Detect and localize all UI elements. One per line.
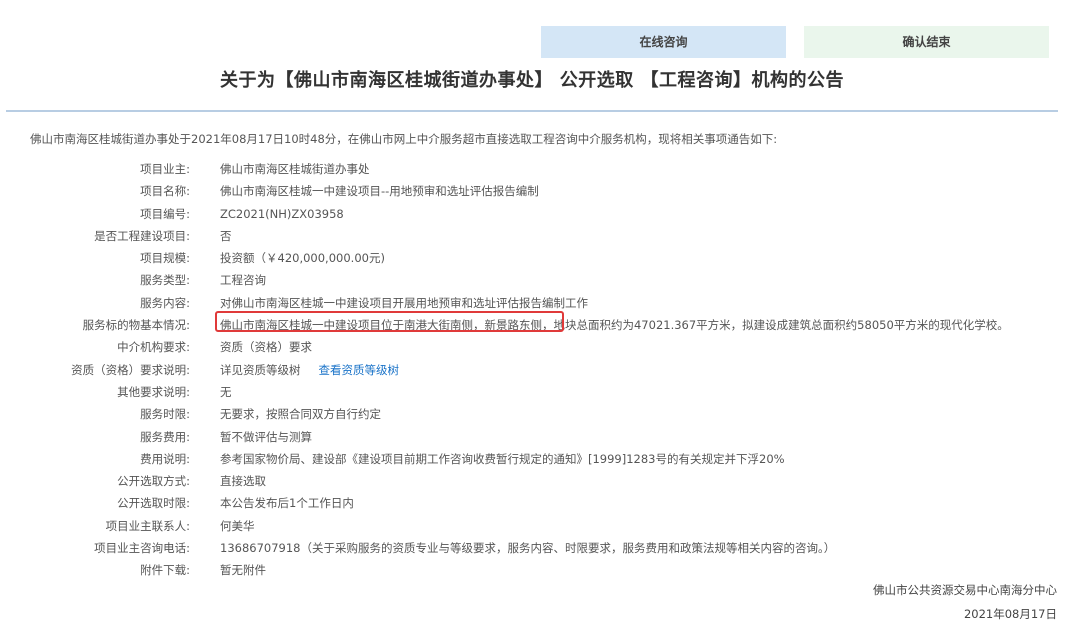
field-value: 直接选取 [220,474,266,489]
row-owner-phone: 项目业主咨询电话: 13686707918（关于采购服务的资质专业与等级要求，服… [0,537,1080,559]
row-owner-contact: 项目业主联系人: 何美华 [0,515,1080,537]
row-attachments: 附件下载: 暂无附件 [0,559,1080,581]
row-service-time-limit: 服务时限: 无要求，按照合同双方自行约定 [0,403,1080,425]
field-value: 何美华 [220,518,255,533]
view-qualification-tree-link[interactable]: 查看资质等级树 [319,363,400,377]
field-value: 详见资质等级树 查看资质等级树 [220,359,399,381]
publisher-name: 佛山市公共资源交易中心南海分中心 [873,583,1057,597]
row-service-content: 服务内容: 对佛山市南海区桂城一中建设项目开展用地预审和选址评估报告编制工作 [0,292,1080,314]
field-label: 服务费用: [140,429,190,444]
announcement-page: 在线咨询 确认结束 关于为【佛山市南海区桂城街道办事处】 公开选取 【工程咨询】… [0,0,1080,639]
field-value: 对佛山市南海区桂城一中建设项目开展用地预审和选址评估报告编制工作 [220,295,588,310]
row-selection-time-limit: 公开选取时限: 本公告发布后1个工作日内 [0,492,1080,514]
row-project-scale: 项目规模: 投资额（￥420,000,000.00元) [0,247,1080,269]
field-value: 佛山市南海区桂城一中建设项目位于南港大街南侧，新景路东侧，地块总面积约为4702… [220,318,1009,333]
row-qualification-notes: 资质（资格）要求说明: 详见资质等级树 查看资质等级树 [0,359,1080,381]
field-value: 暂无附件 [220,563,266,578]
field-value: 否 [220,228,232,243]
row-selection-method: 公开选取方式: 直接选取 [0,470,1080,492]
field-value: 工程咨询 [220,273,266,288]
field-label: 项目名称: [140,184,190,199]
field-label: 费用说明: [140,451,190,466]
step-confirm-end-tab[interactable]: 确认结束 [804,26,1049,58]
field-value: 佛山市南海区桂城街道办事处 [220,162,370,176]
field-value: 无要求，按照合同双方自行约定 [220,407,381,422]
field-value: 资质（资格）要求 [220,340,312,355]
field-label: 项目业主联系人: [105,518,190,533]
intro-text: 佛山市南海区桂城街道办事处于2021年08月17日10时48分，在佛山市网上中介… [30,132,778,146]
field-value: 投资额（￥420,000,000.00元) [220,251,385,266]
row-agency-requirements: 中介机构要求: 资质（资格）要求 [0,336,1080,358]
field-label: 服务时限: [140,407,190,422]
field-value: 佛山市南海区桂城一中建设项目--用地预审和选址评估报告编制 [220,184,539,199]
field-label: 项目规模: [140,251,190,266]
title-divider [6,110,1058,112]
row-fee-notes: 费用说明: 参考国家物价局、建设部《建设项目前期工作咨询收费暂行规定的通知》[1… [0,448,1080,470]
row-project-name: 项目名称: 佛山市南海区桂城一中建设项目--用地预审和选址评估报告编制 [0,180,1080,202]
field-label: 项目业主咨询电话: [94,541,190,556]
field-value: 本公告发布后1个工作日内 [220,496,354,511]
field-value: 参考国家物价局、建设部《建设项目前期工作咨询收费暂行规定的通知》[1999]12… [220,451,785,466]
field-value: ZC2021(NH)ZX03958 [220,206,344,221]
field-label: 服务标的物基本情况: [82,318,190,333]
field-label: 公开选取时限: [117,496,190,511]
row-service-fee: 服务费用: 暂不做评估与测算 [0,426,1080,448]
field-label: 项目编号: [140,206,190,221]
field-value: 13686707918（关于采购服务的资质专业与等级要求，服务内容、时限要求，服… [220,541,836,556]
field-label: 服务类型: [140,273,190,288]
row-service-subject: 服务标的物基本情况: 佛山市南海区桂城一中建设项目位于南港大街南侧，新景路东侧，… [0,314,1080,336]
row-other-requirements: 其他要求说明: 无 [0,381,1080,403]
row-is-construction: 是否工程建设项目: 否 [0,225,1080,247]
detail-list: 项目业主: 佛山市南海区桂城街道办事处 项目名称: 佛山市南海区桂城一中建设项目… [0,158,1080,582]
row-project-number: 项目编号: ZC2021(NH)ZX03958 [0,203,1080,225]
field-value: 暂不做评估与测算 [220,429,312,444]
field-value: 无 [220,384,232,399]
qualification-text: 详见资质等级树 [220,362,301,377]
field-label: 其他要求说明: [117,384,190,399]
step-online-consult-tab[interactable]: 在线咨询 [541,26,786,58]
field-label: 资质（资格）要求说明: [71,362,190,377]
field-label: 公开选取方式: [117,474,190,489]
page-title: 关于为【佛山市南海区桂城街道办事处】 公开选取 【工程咨询】机构的公告 [219,70,845,91]
field-label: 附件下载: [140,563,190,578]
field-label: 服务内容: [140,295,190,310]
field-label: 项目业主: [140,162,190,176]
publish-date: 2021年08月17日 [963,607,1057,621]
row-project-owner: 项目业主: 佛山市南海区桂城街道办事处 [0,158,1080,180]
row-service-type: 服务类型: 工程咨询 [0,269,1080,291]
field-label: 是否工程建设项目: [94,228,190,243]
field-label: 中介机构要求: [117,340,190,355]
